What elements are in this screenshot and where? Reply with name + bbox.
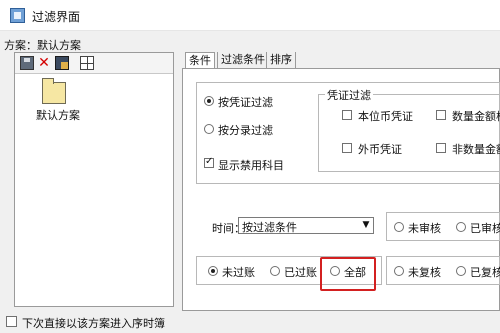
radio-voucher-filter-label: 按凭证过滤 bbox=[218, 96, 273, 109]
radio-unposted-label: 未过账 bbox=[222, 266, 255, 279]
scheme-item-default[interactable]: 默认方案 bbox=[36, 107, 80, 123]
radio-voucher-filter[interactable] bbox=[204, 96, 214, 106]
base-currency-checkbox[interactable] bbox=[342, 110, 352, 120]
non-quantity-amount-label: 非数量金额 bbox=[452, 143, 500, 156]
scheme-list-panel bbox=[14, 52, 174, 307]
base-currency-label: 本位币凭证 bbox=[358, 110, 413, 123]
radio-posted[interactable] bbox=[270, 266, 280, 276]
tab-filter-condition[interactable]: 过滤条件 bbox=[217, 52, 268, 68]
voucher-filter-group bbox=[318, 94, 500, 172]
save-icon[interactable] bbox=[20, 56, 34, 70]
tab-divider bbox=[295, 52, 296, 68]
show-disabled-label: 显示禁用科目 bbox=[218, 159, 284, 172]
next-time-label: 下次直接以该方案进入序时簿 bbox=[22, 317, 165, 330]
radio-unreviewed-label: 未复核 bbox=[408, 266, 441, 279]
voucher-filter-title: 凭证过滤 bbox=[325, 87, 373, 103]
window-title: 过滤界面 bbox=[32, 10, 81, 24]
foreign-currency-checkbox[interactable] bbox=[342, 143, 352, 153]
radio-entry-filter-label: 按分录过滤 bbox=[218, 124, 273, 137]
radio-reviewed[interactable] bbox=[456, 266, 466, 276]
radio-unaudited-label: 未审核 bbox=[408, 222, 441, 235]
radio-entry-filter[interactable] bbox=[204, 124, 214, 134]
app-icon bbox=[10, 8, 25, 23]
folder-icon[interactable] bbox=[42, 78, 66, 104]
highlight-annotation bbox=[320, 257, 376, 291]
radio-audited-label: 已审核 bbox=[470, 222, 500, 235]
foreign-currency-label: 外币凭证 bbox=[358, 143, 402, 156]
radio-reviewed-label: 已复核 bbox=[470, 266, 500, 279]
tab-sort[interactable]: 排序 bbox=[266, 52, 295, 68]
radio-unaudited[interactable] bbox=[394, 222, 404, 232]
next-time-checkbox[interactable] bbox=[6, 316, 17, 327]
radio-unreviewed[interactable] bbox=[394, 266, 404, 276]
quantity-amount-label: 数量金额核 bbox=[452, 110, 500, 123]
scheme-label: 方案：默认方案 bbox=[4, 39, 81, 52]
copy-icon[interactable] bbox=[55, 56, 69, 70]
chevron-down-icon[interactable]: ▼ bbox=[360, 219, 372, 231]
delete-icon[interactable]: ✕ bbox=[37, 56, 51, 70]
quantity-amount-checkbox[interactable] bbox=[436, 110, 446, 120]
radio-unposted[interactable] bbox=[208, 266, 218, 276]
radio-posted-label: 已过账 bbox=[284, 266, 317, 279]
time-select-value: 按过滤条件 bbox=[242, 221, 297, 234]
grid-icon[interactable] bbox=[80, 56, 94, 70]
show-disabled-checkbox[interactable] bbox=[204, 156, 214, 168]
radio-audited[interactable] bbox=[456, 222, 466, 232]
corner-grip bbox=[441, 313, 491, 327]
non-quantity-amount-checkbox[interactable] bbox=[436, 143, 446, 153]
